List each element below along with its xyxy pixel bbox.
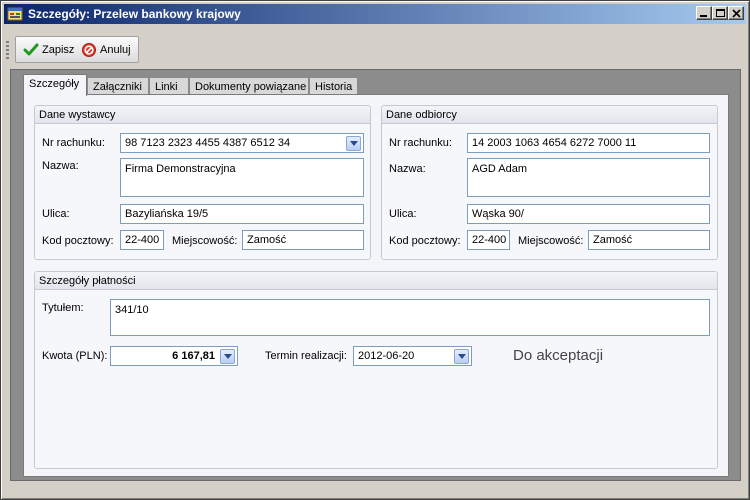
cancel-label: Anuluj (100, 44, 131, 56)
recipient-postal-label: Kod pocztowy: (389, 235, 461, 247)
amount-value: 6 167,81 (172, 350, 215, 362)
title-bar[interactable]: Szczegóły: Przelew bankowy krajowy (4, 4, 746, 24)
recipient-account-field[interactable]: 14 2003 1063 4654 6272 7000 11 (467, 133, 710, 153)
recipient-group-title: Dane odbiorcy (382, 106, 717, 124)
issuer-name-label: Nazwa: (42, 160, 79, 172)
recipient-city-field[interactable]: Zamość (588, 230, 710, 250)
issuer-group-title: Dane wystawcy (35, 106, 370, 124)
recipient-city-label: Miejscowość: (518, 235, 584, 247)
issuer-city-field[interactable]: Zamość (242, 230, 364, 250)
issuer-account-select[interactable]: 98 7123 2323 4455 4387 6512 34 (120, 133, 364, 153)
chevron-down-icon (350, 141, 358, 146)
cancel-button[interactable]: Anuluj (81, 40, 131, 60)
toolbar: Zapisz Anuluj (6, 36, 139, 63)
amount-dropdown[interactable] (220, 349, 235, 364)
status-label: Do akceptacji (513, 347, 604, 364)
chevron-down-icon (224, 354, 232, 359)
payment-title-label: Tytułem: (42, 302, 84, 314)
amount-select[interactable]: 6 167,81 (110, 346, 238, 366)
recipient-name-label: Nazwa: (389, 163, 426, 175)
cancel-icon (82, 43, 96, 57)
issuer-group: Dane wystawcy Nr rachunku: 98 7123 2323 … (34, 105, 371, 260)
toolbar-grip[interactable] (6, 41, 9, 61)
save-button[interactable]: Zapisz (23, 40, 74, 60)
save-label: Zapisz (42, 44, 75, 56)
payment-group-title: Szczegóły płatności (35, 272, 717, 290)
recipient-street-label: Ulica: (389, 208, 417, 220)
issuer-postal-label: Kod pocztowy: (42, 235, 114, 247)
tab-page-details: Dane wystawcy Nr rachunku: 98 7123 2323 … (23, 94, 729, 477)
recipient-group: Dane odbiorcy Nr rachunku: 14 2003 1063 … (381, 105, 718, 260)
due-date-dropdown[interactable] (454, 349, 469, 364)
due-date-value: 2012-06-20 (358, 350, 415, 362)
recipient-name-field[interactable]: AGD Adam (467, 158, 710, 197)
payment-title-field[interactable]: 341/10 (110, 299, 710, 336)
close-icon (732, 9, 741, 18)
recipient-street-field[interactable]: Wąska 90/ (467, 204, 710, 224)
maximize-button[interactable] (712, 6, 728, 20)
issuer-account-dropdown[interactable] (346, 136, 361, 151)
maximize-icon (716, 9, 725, 17)
issuer-account-label: Nr rachunku: (42, 137, 105, 149)
issuer-street-field[interactable]: Bazyliańska 19/5 (120, 204, 364, 224)
due-date-picker[interactable]: 2012-06-20 (353, 346, 472, 366)
issuer-street-label: Ulica: (42, 208, 70, 220)
recipient-postal-field[interactable]: 22-400 (467, 230, 510, 250)
close-button[interactable] (728, 6, 744, 20)
minimize-button[interactable] (696, 6, 712, 20)
issuer-account-value: 98 7123 2323 4455 4387 6512 34 (125, 137, 291, 149)
tab-details[interactable]: Szczegóły (23, 74, 87, 96)
payment-group: Szczegóły płatności Tytułem: 341/10 Kwot… (34, 271, 718, 469)
amount-label: Kwota (PLN): (42, 350, 108, 362)
issuer-city-label: Miejscowość: (172, 235, 238, 247)
chevron-down-icon (458, 354, 466, 359)
checkmark-icon (23, 43, 39, 56)
due-date-label: Termin realizacji: (265, 350, 347, 362)
issuer-postal-field[interactable]: 22-400 (120, 230, 164, 250)
recipient-account-label: Nr rachunku: (389, 137, 452, 149)
minimize-icon (700, 15, 707, 17)
window-title: Szczegóły: Przelew bankowy krajowy (28, 7, 241, 21)
app-icon (7, 7, 23, 21)
window: Szczegóły: Przelew bankowy krajowy Zapis… (0, 0, 750, 500)
issuer-name-field[interactable]: Firma Demonstracyjna (120, 158, 364, 197)
